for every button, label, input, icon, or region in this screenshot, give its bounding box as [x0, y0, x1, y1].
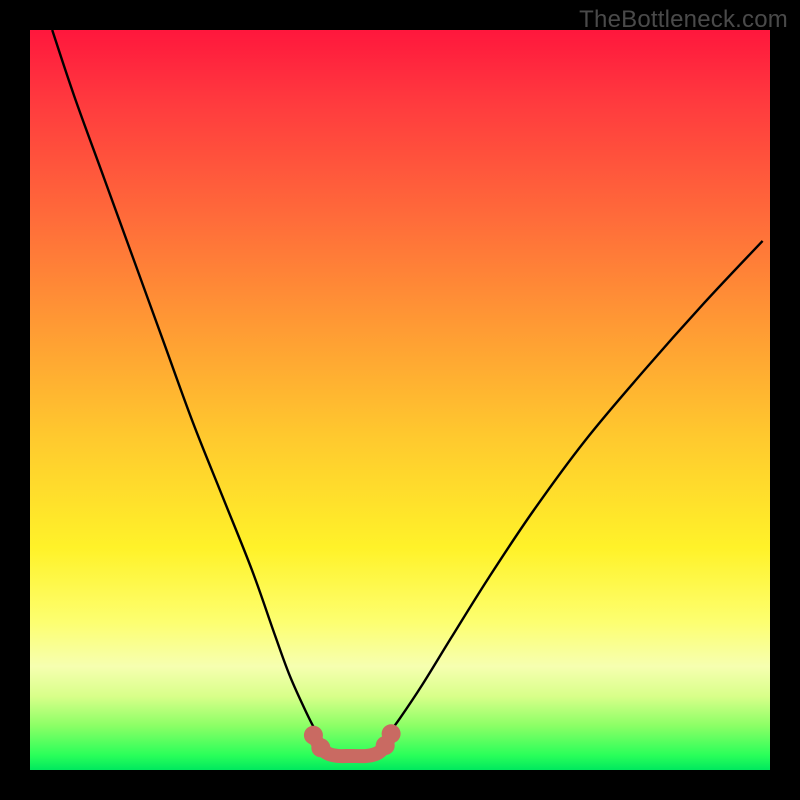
dot	[382, 724, 401, 743]
chart-svg	[30, 30, 770, 770]
chart-plot-area	[30, 30, 770, 770]
dot	[311, 738, 330, 757]
series-right-curve	[378, 241, 763, 746]
watermark-text: TheBottleneck.com	[579, 6, 788, 34]
chart-frame: TheBottleneck.com	[0, 0, 800, 800]
series-left-curve	[52, 30, 326, 746]
